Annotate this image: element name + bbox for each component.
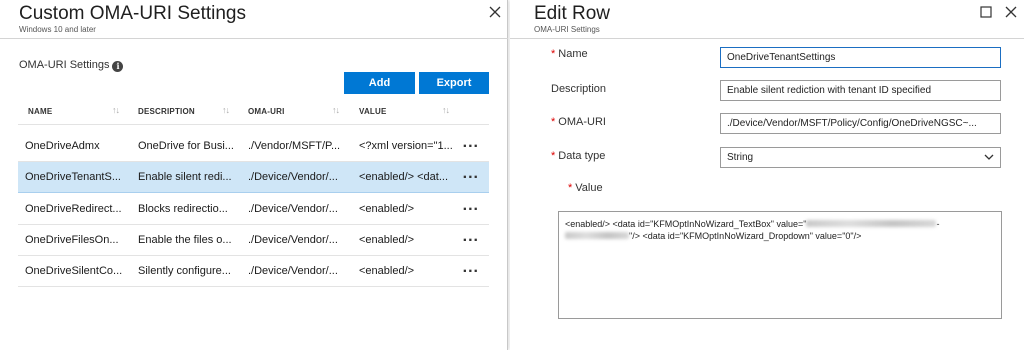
sort-icon[interactable]: ↑↓ [332,105,340,115]
maximize-icon[interactable] [979,5,995,21]
row-name: OneDriveRedirect... [25,203,122,215]
oma-uri-label: * OMA-URI [551,116,606,128]
required-marker: * [551,116,556,128]
value-text-part: - [936,219,940,229]
row-description: Silently configure... [138,265,231,277]
row-value: <enabled/> [359,265,415,277]
blade-subtitle: OMA-URI Settings [534,25,600,34]
header-divider [0,38,508,39]
more-icon[interactable]: ... [463,197,479,215]
close-icon[interactable] [488,5,504,21]
row-value: <enabled/> <dat... [359,171,448,183]
row-name: OneDriveFilesOn... [25,234,119,246]
row-description: Enable the files o... [138,234,232,246]
close-icon[interactable] [1004,5,1020,21]
more-icon[interactable]: ... [463,259,479,277]
custom-oma-uri-settings-blade: Custom OMA-URI Settings Windows 10 and l… [0,0,508,350]
value-text-part: <enabled/> <data id="KFMOptInNoWizard_Te… [565,219,807,229]
oma-uri-label-text: OMA-URI [558,116,606,128]
row-oma-uri: ./Device/Vendor/... [248,171,338,183]
sort-icon[interactable]: ↑↓ [442,105,450,115]
column-header-name[interactable]: NAME [28,107,52,116]
chevron-down-icon [984,152,994,162]
name-field[interactable]: OneDriveTenantSettings [720,47,1001,68]
redacted-tenant-id [806,220,937,227]
row-name: OneDriveTenantS... [25,171,121,183]
row-description: Blocks redirectio... [138,203,228,215]
add-button[interactable]: Add [344,72,415,94]
table-row[interactable]: OneDriveSilentCo... Silently configure..… [18,256,489,287]
row-name: OneDriveSilentCo... [25,265,123,277]
redacted-tenant-id [565,232,629,239]
table-row[interactable]: OneDriveFilesOn... Enable the files o...… [18,225,489,256]
row-oma-uri: ./Device/Vendor/... [248,203,338,215]
row-oma-uri: ./Device/Vendor/... [248,265,338,277]
data-type-select[interactable]: String [720,147,1001,168]
value-label: * Value [568,182,603,194]
more-icon[interactable]: ... [463,165,479,183]
section-label: OMA-URI Settings i [19,59,124,72]
sort-icon[interactable]: ↑↓ [222,105,230,115]
table-row[interactable]: OneDriveRedirect... Blocks redirectio...… [18,194,489,225]
export-button[interactable]: Export [419,72,489,94]
required-marker: * [551,48,556,60]
data-type-selected-value: String [727,152,754,163]
sort-icon[interactable]: ↑↓ [112,105,120,115]
row-name: OneDriveAdmx [25,140,100,152]
row-description: Enable silent redi... [138,171,232,183]
data-type-label-text: Data type [558,150,606,162]
data-type-label: * Data type [551,150,605,162]
oma-uri-field[interactable]: ./Device/Vendor/MSFT/Policy/Config/OneDr… [720,113,1001,134]
row-oma-uri: ./Vendor/MSFT/P... [248,140,341,152]
blade-title: Edit Row [534,3,611,24]
blade-title: Custom OMA-URI Settings [19,3,246,24]
section-label-text: OMA-URI Settings [19,59,110,71]
blade-subtitle: Windows 10 and later [19,25,96,34]
value-text-part: "/> <data id="KFMOptInNoWizard_Dropdown"… [629,231,862,241]
description-label: Description [551,83,607,95]
description-field[interactable]: Enable silent rediction with tenant ID s… [720,80,1001,101]
name-label-text: Name [558,48,588,60]
column-header-value[interactable]: VALUE [359,107,387,116]
more-icon[interactable]: ... [463,134,479,152]
info-icon[interactable]: i [112,61,124,72]
row-value: <enabled/> [359,234,415,246]
name-label: * Name [551,48,588,60]
edit-row-blade: Edit Row OMA-URI Settings * Name OneDrive… [510,0,1024,350]
table-header-divider [18,124,489,125]
row-value: <enabled/> [359,203,415,215]
column-header-description[interactable]: DESCRIPTION [138,107,195,116]
row-value: <?xml version="1... [359,140,453,152]
table-row-selected[interactable]: OneDriveTenantS... Enable silent redi...… [18,162,489,193]
header-divider [510,38,1024,39]
required-marker: * [551,150,556,162]
row-oma-uri: ./Device/Vendor/... [248,234,338,246]
more-icon[interactable]: ... [463,228,479,246]
row-description: OneDrive for Busi... [138,140,234,152]
table-row[interactable]: OneDriveAdmx OneDrive for Busi... ./Vend… [18,131,489,162]
value-textarea[interactable]: <enabled/> <data id="KFMOptInNoWizard_Te… [558,211,1002,319]
required-marker: * [568,182,573,194]
column-header-oma-uri[interactable]: OMA-URI [248,107,285,116]
value-label-text: Value [575,182,603,194]
